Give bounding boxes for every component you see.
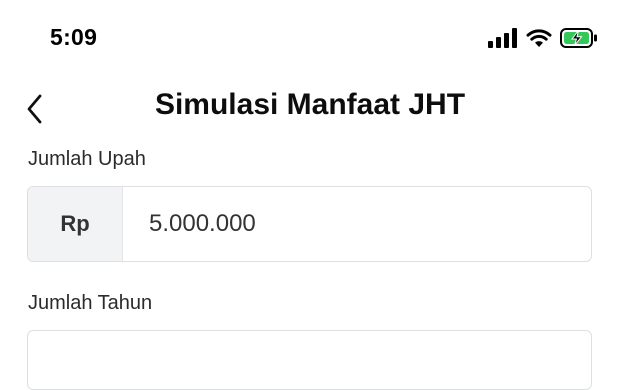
jumlah-tahun-label: Jumlah Tahun — [28, 292, 153, 314]
jumlah-tahun-input[interactable] — [27, 330, 592, 390]
status-time: 5:09 — [50, 24, 98, 50]
status-icons — [488, 27, 598, 49]
status-bar: 5:09 — [0, 0, 620, 80]
page-title: Simulasi Manfaat JHT — [154, 88, 466, 121]
currency-prefix: Rp — [28, 187, 123, 261]
jumlah-tahun-value[interactable] — [28, 331, 591, 389]
wifi-icon — [526, 29, 552, 47]
jumlah-upah-input-group[interactable]: Rp 5.000.000 — [27, 186, 592, 262]
jumlah-upah-input[interactable]: 5.000.000 — [123, 187, 591, 261]
nav-bar: Simulasi Manfaat JHT — [0, 80, 620, 140]
signal-icon — [488, 28, 517, 48]
jumlah-upah-label: Jumlah Upah — [28, 148, 146, 170]
battery-charging-icon — [560, 28, 597, 48]
